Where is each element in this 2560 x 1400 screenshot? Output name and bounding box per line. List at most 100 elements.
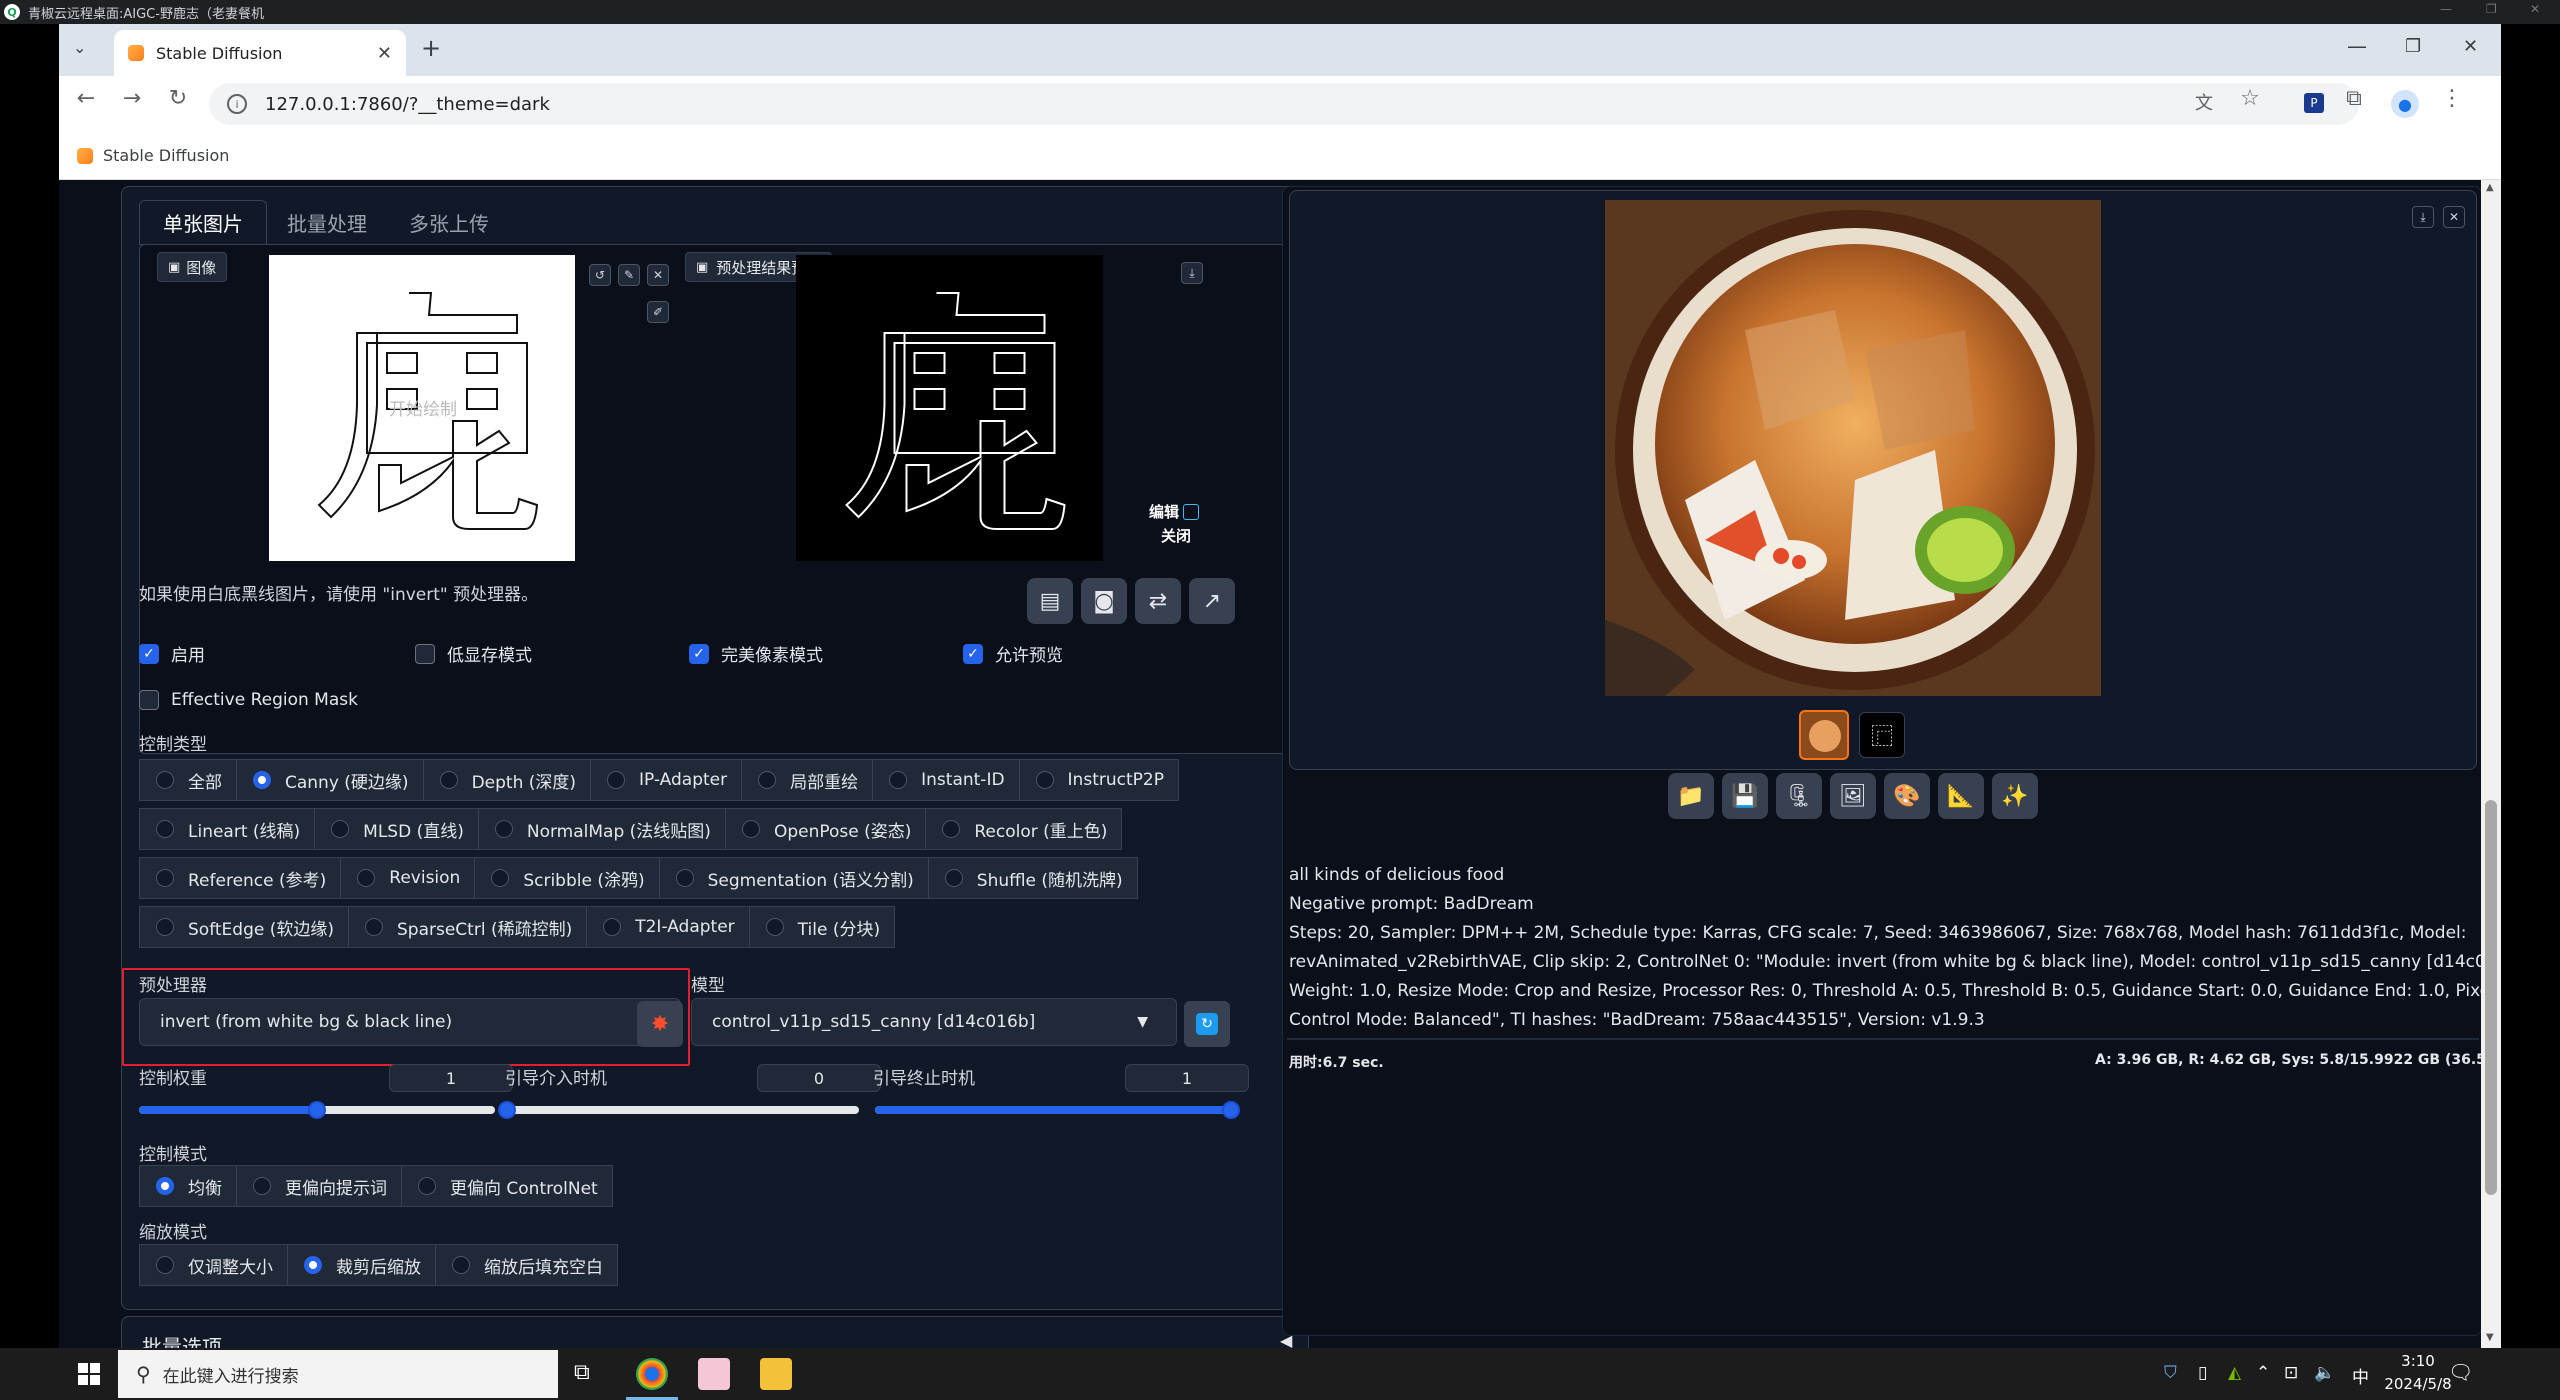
network-icon[interactable]: ⊡ [2284, 1363, 2298, 1383]
start-button-icon[interactable] [78, 1363, 100, 1385]
control-type-option[interactable]: Canny (硬边缘) [236, 759, 424, 801]
control-type-option[interactable]: InstructP2P [1018, 759, 1179, 801]
bookmark-stable-diffusion[interactable]: Stable Diffusion [103, 146, 229, 165]
enable-checkbox[interactable]: ✓ 启用 [139, 641, 205, 666]
notepad-icon[interactable]: ▤ [1027, 578, 1073, 624]
anime-app-taskbar-icon[interactable] [698, 1358, 730, 1390]
control-type-option[interactable]: Scribble (涂鸦) [474, 857, 660, 899]
tab-close-icon[interactable]: ✕ [377, 43, 392, 64]
send-to-inpaint-icon[interactable]: 🎨 [1884, 773, 1930, 819]
run-preprocessor-button[interactable]: ✸ [637, 1001, 683, 1047]
reload-icon[interactable]: ↻ [163, 86, 193, 111]
brush-icon[interactable]: ✎ [618, 264, 640, 286]
sparkle-icon[interactable]: ✨ [1992, 773, 2038, 819]
taskbar-search[interactable]: ⚲ 在此键入进行搜索 [118, 1350, 558, 1398]
control-type-option[interactable]: T2I-Adapter [586, 906, 750, 948]
file-explorer-taskbar-icon[interactable] [760, 1358, 792, 1390]
control-type-option[interactable]: Lineart (线稿) [139, 808, 316, 850]
page-scrollbar[interactable]: ▲ ▼ [2481, 180, 2501, 1348]
close-button[interactable]: 关闭 [1149, 524, 1205, 548]
control-type-option[interactable]: NormalMap (法线贴图) [477, 808, 726, 850]
undo-icon[interactable]: ↺ [589, 264, 611, 286]
tab-search-chevron-icon[interactable]: ⌄ [73, 38, 86, 57]
camera-icon[interactable]: ◙ [1081, 578, 1127, 624]
send-dimensions-icon[interactable]: ↗ [1189, 578, 1235, 624]
remote-close-icon[interactable]: ✕ [2530, 2, 2540, 16]
menu-kebab-icon[interactable]: ⋮ [2437, 86, 2467, 111]
gallery-download-icon[interactable]: ⤓ [2412, 206, 2434, 228]
new-tab-button[interactable]: + [421, 34, 441, 62]
task-view-icon[interactable]: ⧉ [574, 1360, 590, 1385]
control-type-option[interactable]: Segmentation (语义分割) [658, 857, 929, 899]
scroll-down-icon[interactable]: ▼ [2486, 1332, 2494, 1343]
guidance-end-input[interactable]: 1 [1125, 1064, 1249, 1092]
address-bar[interactable]: i 127.0.0.1:7860/?__theme=dark [209, 83, 2359, 125]
remote-minimize-icon[interactable]: — [2440, 2, 2452, 16]
usb-icon[interactable]: ▯ [2198, 1363, 2207, 1383]
input-image[interactable]: 开始绘制 [269, 255, 575, 561]
bookmark-star-icon[interactable]: ☆ [2235, 86, 2265, 111]
send-to-img2img-icon[interactable]: 🖼 [1830, 773, 1876, 819]
extension-p-icon[interactable]: P [2304, 93, 2324, 113]
control-type-option[interactable]: MLSD (直线) [314, 808, 479, 850]
tab-single-image[interactable]: 单张图片 [139, 200, 267, 244]
generated-image[interactable] [1605, 200, 2101, 696]
window-close-icon[interactable]: ✕ [2463, 36, 2478, 57]
model-dropdown[interactable]: control_v11p_sd15_canny [d14c016b] ▼ [691, 998, 1177, 1046]
browser-tab-active[interactable]: Stable Diffusion ✕ [114, 30, 406, 76]
tab-multi-upload[interactable]: 多张上传 [409, 208, 489, 237]
gallery-close-icon[interactable]: ✕ [2443, 206, 2465, 228]
volume-icon[interactable]: 🔈 [2314, 1363, 2335, 1383]
download-preview-icon[interactable]: ⤓ [1181, 262, 1203, 284]
window-restore-icon[interactable]: ❐ [2405, 36, 2421, 57]
send-to-extras-icon[interactable]: 📐 [1938, 773, 1984, 819]
control-type-option[interactable]: SoftEdge (软边缘) [139, 906, 349, 948]
control-type-option[interactable]: SparseCtrl (稀疏控制) [348, 906, 588, 948]
pixel-perfect-checkbox[interactable]: ✓ 完美像素模式 [689, 641, 823, 666]
open-folder-icon[interactable]: 📁 [1668, 773, 1714, 819]
window-minimize-icon[interactable]: — [2347, 34, 2367, 58]
resize-mode-option[interactable]: 裁剪后缩放 [287, 1244, 436, 1286]
control-type-option[interactable]: Depth (深度) [422, 759, 592, 801]
control-mode-option[interactable]: 更偏向提示词 [236, 1165, 402, 1207]
security-shield-icon[interactable]: ⛉ [2164, 1363, 2177, 1383]
site-info-icon[interactable]: i [227, 94, 247, 114]
save-icon[interactable]: 💾 [1722, 773, 1768, 819]
guidance-end-slider[interactable] [875, 1101, 1240, 1119]
clear-icon[interactable]: ✕ [647, 264, 669, 286]
control-type-option[interactable]: Revision [340, 857, 476, 899]
control-type-option[interactable]: Reference (参考) [139, 857, 342, 899]
zip-icon[interactable]: 🗜 [1776, 773, 1822, 819]
profile-avatar-icon[interactable]: ● [2391, 90, 2419, 118]
control-mode-option[interactable]: 均衡 [139, 1165, 237, 1207]
low-vram-checkbox[interactable]: 低显存模式 [415, 641, 532, 666]
back-icon[interactable]: ← [71, 86, 101, 111]
remote-restore-icon[interactable]: ❐ [2486, 2, 2497, 16]
tray-chevron-icon[interactable]: ⌃ [2256, 1363, 2270, 1383]
control-type-option[interactable]: Instant-ID [872, 759, 1020, 801]
guidance-start-input[interactable]: 0 [757, 1064, 881, 1092]
control-type-option[interactable]: Shuffle (随机洗牌) [927, 857, 1138, 899]
resize-mode-option[interactable]: 仅调整大小 [139, 1244, 288, 1286]
control-type-option[interactable]: Tile (分块) [748, 906, 896, 948]
edit-button[interactable]: 编辑 [1149, 500, 1179, 524]
resize-mode-option[interactable]: 缩放后填充空白 [435, 1244, 618, 1286]
chrome-taskbar-icon[interactable] [636, 1358, 668, 1390]
thumbnail-result[interactable] [1799, 710, 1849, 760]
swap-icon[interactable]: ⇄ [1135, 578, 1181, 624]
scroll-up-icon[interactable]: ▲ [2486, 182, 2494, 193]
notification-icon[interactable]: 🗨 [2448, 1360, 2473, 1384]
tab-batch[interactable]: 批量处理 [287, 208, 367, 237]
weight-slider[interactable] [139, 1101, 495, 1119]
batch-options-accordion[interactable]: 批量选项 ◀ [121, 1316, 1309, 1348]
control-type-option[interactable]: Recolor (重上色) [925, 808, 1123, 850]
nvidia-icon[interactable]: ◭ [2228, 1363, 2241, 1383]
control-type-option[interactable]: OpenPose (姿态) [724, 808, 927, 850]
region-mask-checkbox[interactable]: Effective Region Mask [139, 690, 358, 710]
control-mode-option[interactable]: 更偏向 ControlNet [401, 1165, 613, 1207]
guidance-start-knob[interactable] [498, 1101, 516, 1119]
weight-input[interactable]: 1 [389, 1064, 513, 1092]
ime-indicator[interactable]: 中 [2352, 1363, 2369, 1388]
guidance-start-slider[interactable] [498, 1101, 859, 1119]
control-type-option[interactable]: 全部 [139, 759, 237, 801]
